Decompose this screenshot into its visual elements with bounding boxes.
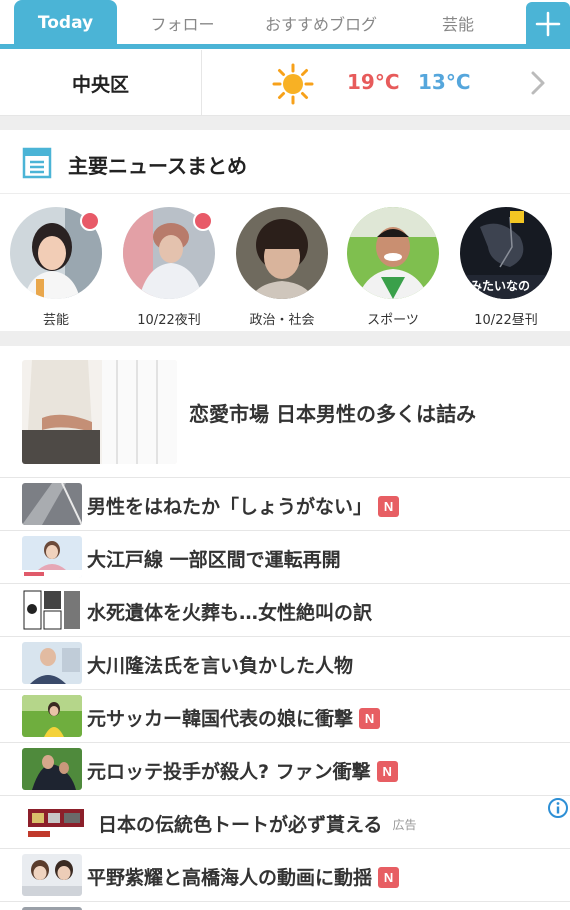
news-thumbnail bbox=[22, 536, 82, 578]
story-thumbnail bbox=[123, 207, 215, 299]
section-divider bbox=[0, 331, 570, 346]
story-thumbnail bbox=[10, 207, 102, 299]
news-title: 水死遺体を火葬も…女性絶叫の訳 bbox=[87, 602, 373, 624]
story-label: 芸能 bbox=[42, 313, 69, 328]
news-thumbnail bbox=[22, 483, 82, 525]
story-thumbnail bbox=[236, 207, 328, 299]
news-item[interactable] bbox=[0, 902, 570, 910]
ad-label: 広告 bbox=[392, 818, 417, 832]
weather-bar[interactable]: 中央区 19°C 13°C bbox=[0, 50, 570, 116]
story-politics-society[interactable]: 政治・社会 bbox=[234, 207, 330, 328]
tab-follow[interactable]: フォロー bbox=[135, 0, 230, 46]
story-label: 政治・社会 bbox=[249, 313, 315, 328]
new-badge: N bbox=[378, 867, 400, 888]
summary-header: 主要ニュースまとめ bbox=[0, 130, 570, 194]
news-item[interactable]: 水死遺体を火葬も…女性絶叫の訳 bbox=[0, 584, 570, 637]
news-list-icon bbox=[22, 147, 52, 179]
story-label: スポーツ bbox=[367, 313, 419, 328]
story-entertainment[interactable]: 芸能 bbox=[8, 207, 104, 328]
info-icon[interactable] bbox=[546, 796, 570, 820]
story-thumbnail bbox=[347, 207, 439, 299]
headline-thumbnail bbox=[22, 360, 177, 464]
sun-icon bbox=[272, 63, 314, 105]
tab-label: Today bbox=[37, 13, 94, 33]
tab-label: おすすめブログ bbox=[264, 15, 377, 34]
news-thumbnail bbox=[22, 854, 82, 896]
tab-label: フォロー bbox=[150, 15, 215, 34]
news-title: 男性をはねたか「しょうがない」 N bbox=[87, 492, 400, 519]
news-thumbnail bbox=[22, 748, 82, 790]
news-thumbnail bbox=[22, 695, 82, 737]
temperature-high: 19°C bbox=[347, 70, 400, 94]
weather-area[interactable]: 中央区 bbox=[0, 50, 202, 116]
summary-stories: 芸能 10/22夜刊 政治・社会 スポーツ みたいなの 10/22昼刊 bbox=[0, 195, 570, 330]
news-item[interactable]: 男性をはねたか「しょうがない」 N bbox=[0, 478, 570, 531]
chevron-right-icon[interactable] bbox=[528, 68, 548, 98]
headline-article[interactable]: 恋愛市場 日本男性の多くは詰み bbox=[0, 346, 570, 478]
tab-today[interactable]: Today bbox=[14, 0, 117, 46]
plus-icon bbox=[535, 11, 561, 37]
news-title: 大川隆法氏を言い負かした人物 bbox=[87, 655, 354, 677]
add-tab-button[interactable] bbox=[526, 2, 570, 46]
tab-bar: Today フォロー おすすめブログ 芸能 bbox=[0, 0, 570, 49]
news-title: 大江戸線 一部区間で運転再開 bbox=[87, 549, 341, 571]
tab-underline bbox=[0, 44, 570, 49]
news-item[interactable]: 大江戸線 一部区間で運転再開 bbox=[0, 531, 570, 584]
summary-title: 主要ニュースまとめ bbox=[68, 154, 247, 178]
story-label: 10/22昼刊 bbox=[474, 313, 538, 328]
unread-dot bbox=[193, 211, 213, 231]
new-badge: N bbox=[359, 708, 381, 729]
story-noon-edition[interactable]: みたいなの 10/22昼刊 bbox=[458, 207, 554, 328]
news-item[interactable]: 元サッカー韓国代表の娘に衝撃 N bbox=[0, 690, 570, 743]
story-label: 10/22夜刊 bbox=[137, 313, 201, 328]
ad-title: 日本の伝統色トートが必ず貰える 広告 bbox=[98, 814, 417, 836]
story-thumbnail: みたいなの bbox=[460, 207, 552, 299]
tab-recommended-blogs[interactable]: おすすめブログ bbox=[252, 0, 390, 46]
new-badge: N bbox=[376, 761, 398, 782]
story-evening-edition[interactable]: 10/22夜刊 bbox=[121, 207, 217, 328]
news-item[interactable]: 元ロッテ投手が殺人? ファン衝撃 N bbox=[0, 743, 570, 796]
new-badge: N bbox=[378, 496, 400, 517]
headline-title: 恋愛市場 日本男性の多くは詰み bbox=[189, 402, 476, 426]
story-sports[interactable]: スポーツ bbox=[345, 207, 441, 328]
news-title: 平野紫耀と高橋海人の動画に動揺 N bbox=[87, 863, 400, 890]
news-title: 元サッカー韓国代表の娘に衝撃 N bbox=[87, 704, 381, 731]
tab-label: 芸能 bbox=[441, 15, 474, 34]
temperature-low: 13°C bbox=[418, 70, 471, 94]
tab-entertainment[interactable]: 芸能 bbox=[418, 0, 498, 46]
news-item[interactable]: 平野紫耀と高橋海人の動画に動揺 N bbox=[0, 849, 570, 902]
news-item[interactable]: 大川隆法氏を言い負かした人物 bbox=[0, 637, 570, 690]
story-overlay-text: みたいなの bbox=[470, 279, 531, 293]
news-thumbnail bbox=[22, 589, 82, 631]
news-title: 元ロッテ投手が殺人? ファン衝撃 N bbox=[87, 757, 398, 784]
news-thumbnail bbox=[22, 642, 82, 684]
section-divider bbox=[0, 116, 570, 130]
ad-item[interactable]: 日本の伝統色トートが必ず貰える 広告 bbox=[0, 796, 570, 849]
unread-dot bbox=[80, 211, 100, 231]
ad-thumbnail bbox=[26, 801, 86, 843]
